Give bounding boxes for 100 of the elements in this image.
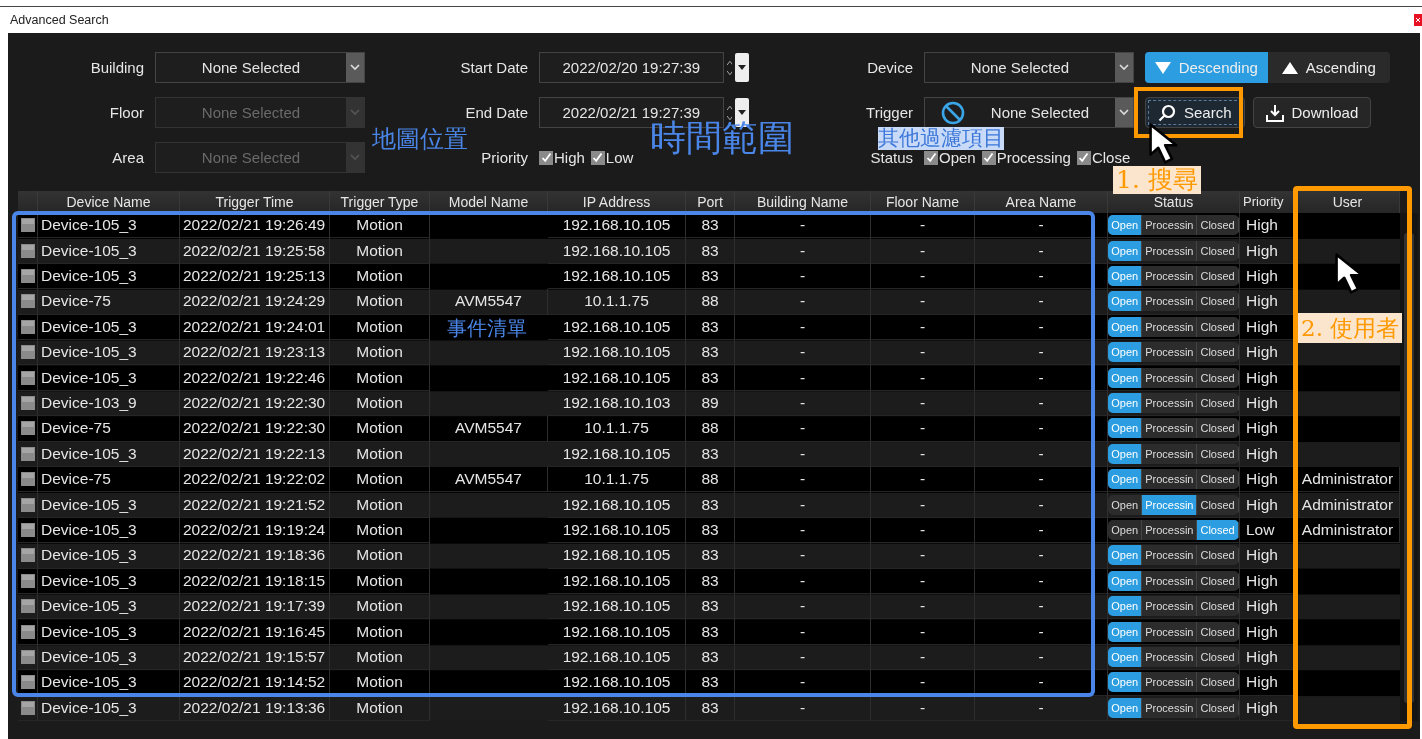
status-toggle[interactable]: Processin [1142, 697, 1198, 718]
table-cell: 2022/02/21 19:25:58 [180, 238, 330, 264]
table-cell: High [1240, 644, 1296, 671]
table-cell: - [871, 670, 975, 696]
status-toggle[interactable]: Closed [1197, 418, 1239, 439]
status-toggle[interactable]: Closed [1197, 621, 1239, 642]
status-toggle[interactable]: Processin [1142, 342, 1198, 363]
row-marker-icon [20, 624, 35, 639]
column-header[interactable]: Model Name [430, 191, 548, 213]
status-toggle[interactable]: Processin [1142, 646, 1198, 667]
status-toggle[interactable]: Closed [1197, 342, 1239, 363]
checkbox[interactable] [981, 150, 996, 165]
download-button[interactable]: Download [1252, 97, 1372, 128]
status-toggle[interactable]: Closed [1197, 443, 1239, 464]
status-toggle[interactable]: Processin [1142, 672, 1198, 693]
column-header[interactable]: Priority [1240, 191, 1296, 213]
table-cell: High [1240, 492, 1296, 518]
date-field[interactable]: 2022/02/20 19:27:39 [539, 52, 724, 83]
table-cell: 192.168.10.105 [548, 441, 686, 467]
status-toggle[interactable]: Processin [1142, 367, 1198, 388]
checkbox[interactable] [1076, 150, 1091, 165]
dropdown-field[interactable]: None Selected [924, 52, 1134, 83]
table-cell: - [975, 416, 1108, 442]
status-toggle[interactable]: Closed [1197, 545, 1239, 566]
status-toggle[interactable]: Closed [1197, 672, 1239, 693]
field-label: Area [111, 149, 144, 166]
status-toggle[interactable]: Closed [1197, 570, 1239, 591]
table-cell: Low [1240, 517, 1296, 544]
checkbox[interactable] [924, 150, 938, 165]
table-cell: 2022/02/21 19:21:52 [180, 492, 330, 518]
status-toggle[interactable]: Processin [1142, 215, 1198, 236]
status-toggle[interactable]: Closed [1197, 596, 1239, 617]
status-toggle[interactable]: Open [1108, 519, 1143, 540]
status-toggle[interactable]: Processin [1142, 240, 1198, 261]
status-toggle[interactable]: Processin [1142, 596, 1198, 617]
status-toggle[interactable]: Processin [1142, 392, 1198, 413]
column-header[interactable]: Area Name [975, 191, 1108, 213]
status-toggle[interactable]: Closed [1197, 697, 1239, 718]
table-cell: 192.168.10.105 [548, 619, 686, 645]
checkbox[interactable] [539, 150, 553, 165]
table-cell: 2022/02/21 19:18:15 [180, 568, 330, 594]
table-cell: Motion [330, 517, 430, 544]
table-cell: - [735, 289, 871, 315]
chevron-icon [350, 64, 360, 71]
table-cell: Device-105_3 [38, 213, 180, 239]
row-marker-icon [20, 573, 35, 588]
column-header[interactable]: Floor Name [871, 191, 975, 213]
status-toggle[interactable]: Processin [1142, 545, 1198, 566]
status-toggle[interactable]: Closed [1197, 265, 1239, 286]
row-marker-icon [20, 421, 35, 436]
table-cell: 83 [686, 619, 735, 645]
column-header[interactable]: Trigger Type [330, 191, 430, 213]
row-marker-icon [20, 472, 35, 487]
status-toggle[interactable]: Closed [1197, 469, 1239, 490]
status-toggle[interactable]: Processin [1142, 291, 1198, 312]
status-toggle[interactable]: Closed [1197, 215, 1239, 236]
status-toggle[interactable]: Processin [1142, 570, 1198, 591]
status-toggle[interactable]: Closed [1197, 316, 1239, 337]
dropdown-field[interactable]: None Selected [924, 97, 1134, 128]
column-header[interactable]: Building Name [735, 191, 871, 213]
table-cell: - [871, 619, 975, 645]
column-header[interactable] [18, 191, 38, 213]
dropdown-button[interactable] [735, 53, 749, 82]
chevron-icon [1119, 64, 1129, 71]
table-cell: 2022/02/21 19:14:52 [180, 670, 330, 696]
caret-icon [738, 110, 747, 115]
checkbox[interactable] [590, 150, 605, 165]
table-cell: Device-105_3 [38, 314, 180, 340]
status-toggle[interactable]: Processin [1142, 621, 1198, 642]
table-cell: Device-105_3 [38, 543, 180, 569]
status-toggle[interactable]: Closed [1197, 240, 1239, 261]
status-toggle[interactable]: Processin [1142, 443, 1198, 464]
table-cell: - [871, 466, 975, 493]
table-cell: High [1240, 543, 1296, 569]
table-cell: - [975, 263, 1108, 290]
table-cell: High [1240, 695, 1296, 721]
status-toggle[interactable]: Processin [1142, 265, 1198, 286]
status-toggle[interactable]: Closed [1197, 646, 1239, 667]
status-toggle[interactable]: Closed [1197, 367, 1239, 388]
status-toggle[interactable]: Closed [1197, 291, 1239, 312]
status-toggle[interactable]: Processin [1142, 469, 1198, 490]
status-toggle[interactable]: Processin [1142, 316, 1198, 337]
table-cell: Motion [330, 644, 430, 671]
table-cell: - [871, 390, 975, 417]
column-header[interactable]: Port [686, 191, 735, 213]
table-cell: High [1240, 441, 1296, 467]
search-button[interactable]: Search [1145, 97, 1245, 128]
column-header[interactable]: IP Address [548, 191, 686, 213]
close-icon[interactable] [1414, 14, 1422, 26]
column-header[interactable]: User [1296, 191, 1400, 213]
table-cell: High [1240, 466, 1296, 493]
column-header[interactable]: Trigger Time [180, 191, 330, 213]
table-cell: 83 [686, 263, 735, 290]
status-toggle[interactable]: Closed [1197, 494, 1239, 515]
status-toggle[interactable]: Processin [1142, 418, 1198, 439]
column-header[interactable]: Device Name [38, 191, 180, 213]
status-toggle[interactable]: Closed [1197, 392, 1239, 413]
table-cell: 83 [686, 339, 735, 366]
table-cell: - [735, 339, 871, 366]
dropdown-field[interactable]: None Selected [155, 52, 365, 83]
